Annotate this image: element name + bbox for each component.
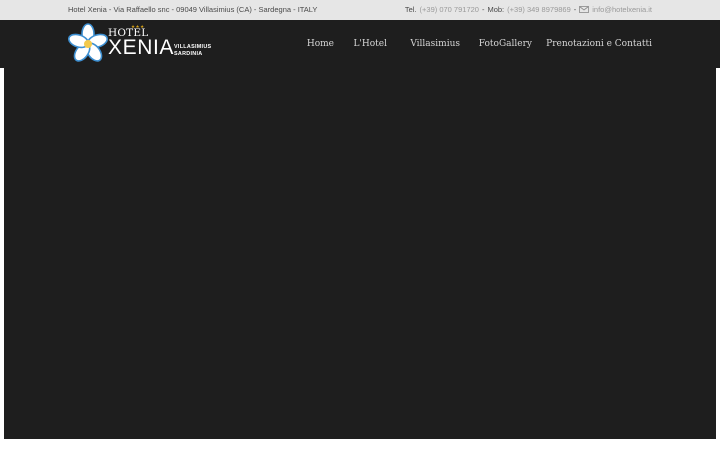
- top-info-bar: Hotel Xenia - Via Raffaello snc - 09049 …: [0, 0, 720, 20]
- separator: -: [481, 5, 485, 14]
- menu-item-hotel[interactable]: L'Hotel: [353, 39, 387, 49]
- tel-label: Tel.: [404, 5, 417, 14]
- envelope-icon: [579, 6, 590, 13]
- menu-item-villasimius[interactable]: Villasimius: [410, 39, 460, 49]
- tel-link[interactable]: (+39) 070 791720: [420, 5, 479, 14]
- menu-item-fotogallery[interactable]: FotoGallery: [479, 39, 532, 49]
- hero-slider-area: [4, 68, 716, 439]
- navbar-edge: [716, 20, 720, 68]
- logo-location-line1: VILLASIMIUS: [174, 44, 212, 50]
- hotel-logo[interactable]: ★★★ HOTEL XENIA VILLASIMIUS SARDINIA: [68, 23, 218, 65]
- email-link[interactable]: info@hotelxenia.it: [592, 5, 652, 14]
- hotel-address: Hotel Xenia - Via Raffaello snc - 09049 …: [68, 5, 318, 14]
- logo-location-line2: SARDINIA: [174, 51, 203, 57]
- mob-label: Mob:: [487, 5, 505, 14]
- logo-name-text: XENIA: [108, 36, 175, 59]
- mobile-link[interactable]: (+39) 349 8979869: [507, 5, 571, 14]
- separator: -: [573, 5, 577, 14]
- menu-item-home[interactable]: Home: [307, 39, 334, 49]
- contact-info: Tel. (+39) 070 791720 - Mob: (+39) 349 8…: [405, 5, 652, 14]
- frangipani-flower-logo: [68, 23, 109, 62]
- menu-item-prenotazioni-contatti[interactable]: Prenotazioni e Contatti: [546, 39, 652, 49]
- main-navbar: ★★★ HOTEL XENIA VILLASIMIUS SARDINIA Hom…: [0, 20, 720, 68]
